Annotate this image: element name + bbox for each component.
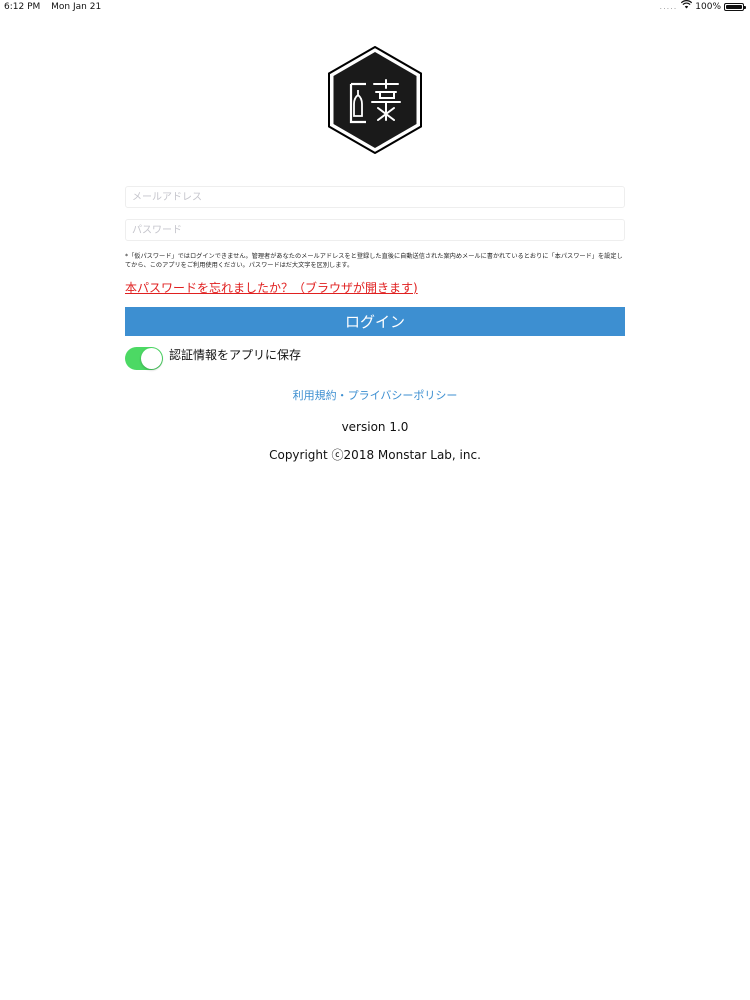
copyright-text: Copyright ⓒ2018 Monstar Lab, inc.: [269, 448, 481, 462]
battery-percent: 100%: [695, 2, 721, 12]
signal-dots: .....: [659, 2, 678, 11]
status-left: 6:12 PM Mon Jan 21: [4, 0, 109, 14]
password-field[interactable]: [125, 219, 625, 241]
status-date: Mon Jan 21: [51, 2, 102, 12]
save-credentials-toggle[interactable]: [125, 347, 163, 370]
battery-icon: [724, 3, 746, 11]
version-text: version 1.0: [341, 420, 409, 434]
login-button[interactable]: ログイン: [125, 307, 625, 336]
status-time: 6:12 PM: [4, 2, 41, 12]
app-logo-icon: [328, 45, 422, 155]
status-bar: 6:12 PM Mon Jan 21 ..... 100%: [0, 0, 750, 14]
battery-fill: [726, 5, 742, 9]
email-field[interactable]: [125, 186, 625, 208]
wifi-icon: [681, 0, 693, 14]
save-credentials-label: 認証情報をアプリに保存: [169, 348, 302, 362]
forgot-password-link[interactable]: 本パスワードを忘れましたか？（ブラウザが開きます): [125, 279, 418, 296]
password-note: *「仮パスワード」ではログインできません。管理者があなたのメールアドレスをと登録…: [125, 253, 623, 269]
status-right: ..... 100%: [659, 0, 746, 14]
toggle-knob: [141, 348, 162, 369]
terms-privacy-link[interactable]: 利用規約・プライバシーポリシー: [0, 387, 750, 403]
